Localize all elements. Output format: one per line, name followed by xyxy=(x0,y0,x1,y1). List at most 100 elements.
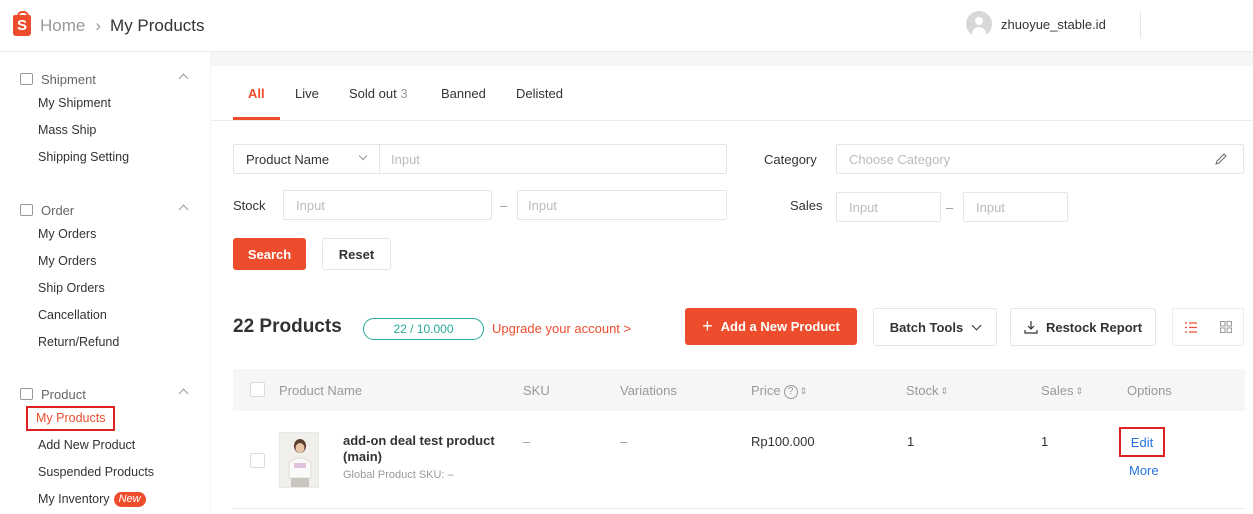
restock-report-button[interactable]: Restock Report xyxy=(1010,308,1156,346)
stock-max-placeholder: Input xyxy=(528,197,557,213)
user-menu[interactable]: zhuoyue_stable.id xyxy=(966,11,1106,37)
column-stock[interactable]: Stock ⇕ xyxy=(906,383,948,398)
pencil-icon xyxy=(1215,153,1227,165)
help-icon[interactable]: ? xyxy=(783,384,798,399)
sort-icon: ⇕ xyxy=(799,386,808,397)
stock-cell: 1 xyxy=(907,434,915,449)
sidebar-group-header-order[interactable]: Order xyxy=(0,199,210,221)
sort-icon: ⇕ xyxy=(1075,386,1084,397)
sidebar-item-suspended-products[interactable]: Suspended Products xyxy=(38,459,210,486)
column-sku: SKU xyxy=(523,383,550,398)
sidebar-item-my-products[interactable]: My Products xyxy=(26,405,210,432)
product-image-icon xyxy=(280,433,318,487)
add-new-product-button[interactable]: + Add a New Product xyxy=(685,308,857,345)
search-button[interactable]: Search xyxy=(233,238,306,270)
column-stock-label: Stock xyxy=(906,383,939,398)
sidebar-item-my-inventory[interactable]: My Inventory New xyxy=(38,486,210,513)
column-sales[interactable]: Sales ⇕ xyxy=(1041,383,1083,398)
restock-report-label: Restock Report xyxy=(1045,319,1143,335)
products-count: 22 Products xyxy=(233,316,342,337)
sidebar-item-my-orders-2[interactable]: My Orders xyxy=(38,248,210,275)
plus-icon: + xyxy=(702,316,713,336)
sidebar-group-title: Product xyxy=(41,386,86,402)
tab-banned[interactable]: Banned xyxy=(441,86,486,101)
grid-icon xyxy=(1219,321,1232,333)
product-name-input[interactable]: Input xyxy=(391,152,420,167)
batch-tools-dropdown[interactable]: Batch Tools xyxy=(873,308,997,346)
upgrade-account-link[interactable]: Upgrade your account > xyxy=(492,321,631,336)
sidebar-item-return-refund[interactable]: Return/Refund xyxy=(38,329,210,356)
list-icon xyxy=(1184,321,1197,333)
sales-range-dash: – xyxy=(946,200,954,215)
sidebar-item-add-new-product[interactable]: Add New Product xyxy=(38,432,210,459)
sidebar-group-shipment: Shipment My Shipment Mass Ship Shipping … xyxy=(0,68,210,171)
chevron-up-icon xyxy=(178,73,189,84)
column-options: Options xyxy=(1127,383,1172,398)
product-quota-badge: 22 / 10.000 xyxy=(363,318,484,340)
sidebar-item-label: My Inventory xyxy=(38,492,110,506)
select-all-checkbox[interactable] xyxy=(250,382,265,397)
sales-cell: 1 xyxy=(1041,434,1049,449)
box-icon xyxy=(20,388,33,400)
chevron-down-icon xyxy=(358,151,368,161)
sales-max-placeholder: Input xyxy=(976,199,1005,215)
category-input[interactable]: Choose Category xyxy=(836,144,1244,174)
stock-max-input[interactable]: Input xyxy=(517,190,727,220)
breadcrumb-current: My Products xyxy=(110,15,205,35)
product-name-filter: Product Name Input xyxy=(233,144,727,174)
grid-view-button[interactable] xyxy=(1208,309,1243,345)
breadcrumb-home[interactable]: Home xyxy=(40,16,85,36)
table-row: add-on deal test product(main) Global Pr… xyxy=(233,411,1245,509)
sales-min-input[interactable]: Input xyxy=(836,192,941,222)
active-tab-indicator xyxy=(233,117,280,120)
more-link[interactable]: More xyxy=(1129,463,1159,478)
column-price-label: Price xyxy=(751,383,781,398)
list-view-button[interactable] xyxy=(1173,309,1208,345)
sidebar-item-shipping-setting[interactable]: Shipping Setting xyxy=(38,144,210,171)
tab-delisted[interactable]: Delisted xyxy=(516,86,563,101)
product-name-select[interactable]: Product Name xyxy=(234,145,380,173)
chevron-down-icon xyxy=(971,320,982,330)
table-header: Product Name SKU Variations Price? ⇕ Stoc… xyxy=(233,369,1245,411)
stock-min-placeholder: Input xyxy=(296,197,325,213)
sidebar-group-title: Order xyxy=(41,202,75,218)
download-icon xyxy=(1024,321,1038,334)
avatar xyxy=(966,11,992,37)
variations-cell: – xyxy=(620,434,628,449)
product-thumbnail[interactable] xyxy=(279,432,319,488)
tab-live[interactable]: Live xyxy=(295,86,319,101)
sidebar-item-my-shipment[interactable]: My Shipment xyxy=(38,90,210,117)
column-sales-label: Sales xyxy=(1041,383,1074,398)
sidebar-item-my-orders[interactable]: My Orders xyxy=(38,221,210,248)
status-tabs: All Live Sold out 3 Banned Delisted xyxy=(211,66,1253,121)
sales-min-placeholder: Input xyxy=(849,199,878,215)
price-cell: Rp100.000 xyxy=(751,434,815,449)
chevron-up-icon xyxy=(178,388,189,399)
stock-range-dash: – xyxy=(500,198,508,213)
tab-count: 3 xyxy=(400,86,408,101)
main-panel: All Live Sold out 3 Banned Delisted Prod… xyxy=(211,66,1253,514)
column-price[interactable]: Price? ⇕ xyxy=(751,383,807,399)
edit-link[interactable]: Edit xyxy=(1119,427,1165,457)
sidebar-group-title: Shipment xyxy=(41,71,96,87)
category-placeholder: Choose Category xyxy=(849,151,951,167)
breadcrumb-separator: › xyxy=(95,15,102,35)
column-variations: Variations xyxy=(620,383,677,398)
stock-min-input[interactable]: Input xyxy=(283,190,492,220)
sidebar-group-header-product[interactable]: Product xyxy=(0,383,210,405)
sidebar-item-ship-orders[interactable]: Ship Orders xyxy=(38,275,210,302)
sidebar-item-cancellation[interactable]: Cancellation xyxy=(38,302,210,329)
reset-button[interactable]: Reset xyxy=(322,238,391,270)
row-checkbox[interactable] xyxy=(250,453,265,468)
tab-sold-out[interactable]: Sold out 3 xyxy=(349,86,408,101)
sidebar-item-mass-ship[interactable]: Mass Ship xyxy=(38,117,210,144)
product-name-link[interactable]: add-on deal test product(main) xyxy=(343,433,508,465)
column-product-name: Product Name xyxy=(279,383,363,398)
sales-max-input[interactable]: Input xyxy=(963,192,1068,222)
shopee-logo[interactable]: S xyxy=(13,11,31,36)
sidebar-group-header-shipment[interactable]: Shipment xyxy=(0,68,210,90)
sidebar-group-order: Order My Orders My Orders Ship Orders Ca… xyxy=(0,199,210,356)
category-label: Category xyxy=(764,152,817,167)
tab-all[interactable]: All xyxy=(248,86,265,101)
sort-icon: ⇕ xyxy=(940,386,949,397)
